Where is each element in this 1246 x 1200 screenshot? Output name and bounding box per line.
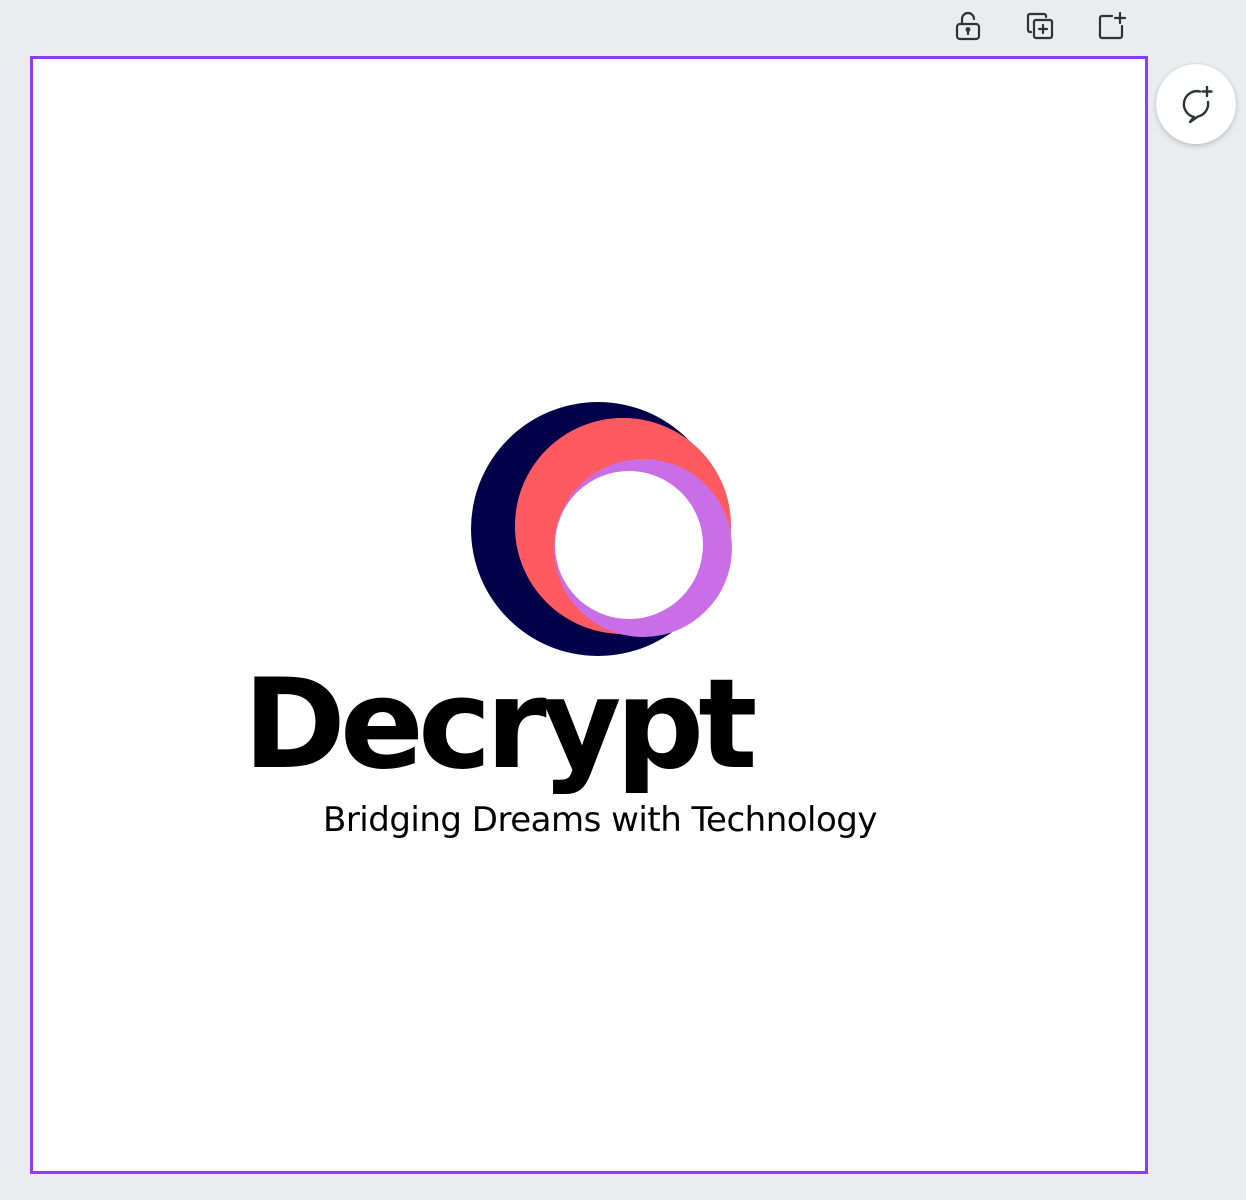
- design-canvas[interactable]: Decrypt Bridging Dreams with Technology: [30, 56, 1148, 1174]
- duplicate-page-button[interactable]: [1022, 8, 1058, 44]
- unlock-icon: [955, 11, 981, 41]
- add-comment-button[interactable]: [1156, 64, 1236, 144]
- add-page-icon: [1098, 11, 1127, 40]
- brand-name-text[interactable]: Decrypt: [243, 663, 758, 787]
- tagline-text[interactable]: Bridging Dreams with Technology: [323, 803, 878, 837]
- add-page-button[interactable]: [1094, 8, 1130, 44]
- lock-button[interactable]: [950, 8, 986, 44]
- duplicate-page-icon: [1026, 12, 1054, 40]
- logo-mark[interactable]: [463, 402, 743, 662]
- add-comment-icon: [1182, 85, 1213, 124]
- inner-hole: [555, 471, 703, 619]
